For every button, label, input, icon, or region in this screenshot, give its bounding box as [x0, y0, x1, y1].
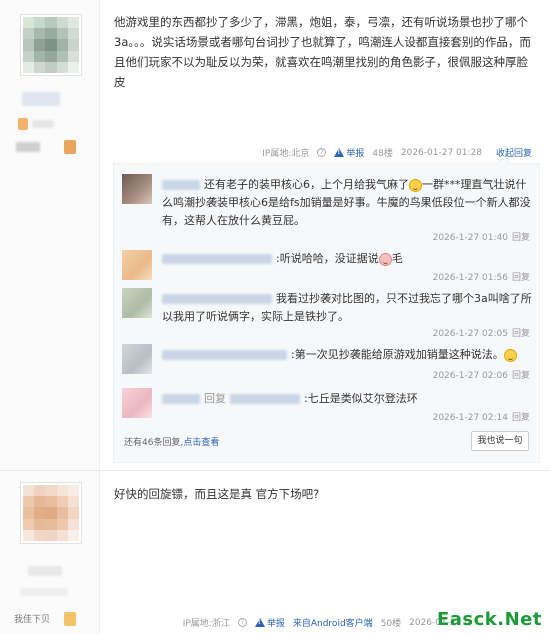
reply-button[interactable]: 回复: [512, 273, 530, 283]
reply-input-button[interactable]: 我也说一句: [471, 431, 529, 451]
report-link-2[interactable]: 举报: [254, 616, 285, 629]
reply-button[interactable]: 回复: [512, 233, 530, 243]
reply-meta: 2026-1-27 02:14 回复: [433, 410, 530, 423]
reply-time: 2026-1-27 02:05: [432, 329, 508, 339]
level-label-blurred: [32, 120, 54, 128]
title-blurred: [16, 142, 40, 152]
site-watermark: Easck.Net: [436, 609, 542, 630]
reply-item: 我看过抄袭对比图的，只不过我忘了哪个3a叫啥了所以我用了听说俩字，实际上是铁抄了…: [122, 288, 532, 344]
reply-avatar[interactable]: [122, 344, 152, 374]
user-avatar[interactable]: [20, 14, 82, 76]
avatar-mosaic-2: [23, 485, 79, 541]
warning-icon: [254, 618, 265, 627]
reply-username-blurred[interactable]: [162, 254, 272, 264]
post-meta-2: IP属地:浙江 ? 举报 来自Android客户端 50楼 2026-01-27…: [182, 616, 470, 630]
info-icon[interactable]: ?: [317, 148, 327, 157]
post-time: 2026-01-27 01:28: [400, 147, 482, 158]
reply-time: 2026-1-27 02:06: [432, 371, 508, 381]
level-badge: [18, 118, 28, 130]
reply-text: :听说哈哈，没证据说毛: [162, 250, 532, 268]
reply-meta: 2026-1-27 01:40 回复: [433, 230, 530, 243]
post-divider-left: [0, 470, 100, 471]
username-blurred[interactable]: [22, 92, 60, 106]
warning-icon: [334, 148, 345, 157]
info-icon[interactable]: ?: [237, 618, 247, 627]
reply-meta: 2026-1-27 01:56 回复: [433, 270, 530, 283]
reply-item: :第一次见抄袭能给原游戏加销量这种说法。 2026-1-27 02:06 回复: [122, 344, 532, 384]
reply-button[interactable]: 回复: [512, 413, 530, 423]
reply-text: 回复:七丘是类似艾尔登法环: [162, 390, 532, 408]
reply-item: 还有老子的装甲核心6，上个月给我气麻了 一群***理直气壮说什么鸣潮抄袭装甲核心6…: [122, 174, 532, 246]
reply-item: 回复:七丘是类似艾尔登法环 2026-1-27 02:14 回复: [122, 388, 532, 428]
reply-target-blurred[interactable]: [230, 394, 300, 404]
reply-meta: 2026-1-27 02:06 回复: [433, 368, 530, 381]
reply-avatar[interactable]: [122, 288, 152, 318]
reply-username-blurred[interactable]: [162, 350, 287, 360]
reply-text: 还有老子的装甲核心6，上个月给我气麻了 一群***理直气壮说什么鸣潮抄袭装甲核心6…: [162, 178, 531, 227]
post-content-2: 好快的回旋镖，而且这是真 官方下场吧?: [114, 487, 320, 501]
reply-username-blurred[interactable]: [162, 180, 200, 190]
ip-location-2: IP属地:浙江: [182, 619, 230, 629]
more-replies: 还有46条回复,点击查看: [124, 438, 220, 448]
reply-text: 我看过抄袭对比图的，只不过我忘了哪个3a叫啥了所以我用了听说俩字，实际上是铁抄了…: [162, 292, 532, 323]
client-link[interactable]: 来自Android客户端: [293, 616, 373, 629]
report-link[interactable]: 举报: [334, 146, 364, 159]
reply-text: :第一次见抄袭能给原游戏加销量这种说法。: [162, 346, 532, 364]
reply-avatar[interactable]: [122, 388, 152, 418]
reply-avatar[interactable]: [122, 250, 152, 280]
reply-username-blurred[interactable]: [162, 294, 272, 304]
fan-badge: [64, 140, 76, 154]
avatar-mosaic: [23, 17, 79, 73]
post-meta-1: IP属地:北京 ? 举报 48楼 2026-01-27 01:28 收起回复: [262, 146, 532, 160]
reply-button[interactable]: 回复: [512, 329, 530, 339]
reply-meta: 2026-1-27 02:05 回复: [433, 326, 530, 339]
floor-number: 48楼: [372, 149, 393, 159]
post-content-1: 他游戏里的东西都抄了多少了，滞黑，炮姐，泰，弓凛，还有听说场景也抄了哪个3a。。…: [114, 15, 531, 89]
emoji-icon: [503, 348, 517, 362]
fan-badge-2: [64, 612, 76, 626]
post-divider: [100, 470, 550, 471]
reply-time: 2026-1-27 01:56: [432, 273, 508, 283]
floor-number-2: 50楼: [380, 619, 402, 629]
view-more-link[interactable]: 点击查看: [183, 438, 219, 448]
user-avatar-2[interactable]: [20, 482, 82, 544]
ip-location: IP属地:北京: [262, 149, 310, 159]
user-sidebar: 我佳下贝: [0, 0, 100, 634]
user-title-2: 我佳下贝: [14, 615, 51, 625]
emoji-icon: [378, 252, 392, 266]
reply-time: 2026-1-27 01:40: [432, 233, 508, 243]
reply-avatar[interactable]: [122, 174, 152, 204]
emoji-icon: [409, 178, 422, 192]
reply-time: 2026-1-27 02:14: [432, 413, 508, 423]
reply-username-blurred[interactable]: [162, 394, 200, 404]
level-label-blurred-2: [20, 588, 68, 596]
reply-button[interactable]: 回复: [512, 371, 530, 381]
reply-item: :听说哈哈，没证据说毛 2026-1-27 01:56 回复: [122, 250, 532, 290]
reply-section: 还有老子的装甲核心6，上个月给我气麻了 一群***理直气壮说什么鸣潮抄袭装甲核心6…: [113, 163, 540, 463]
username-blurred-2[interactable]: [28, 566, 62, 576]
